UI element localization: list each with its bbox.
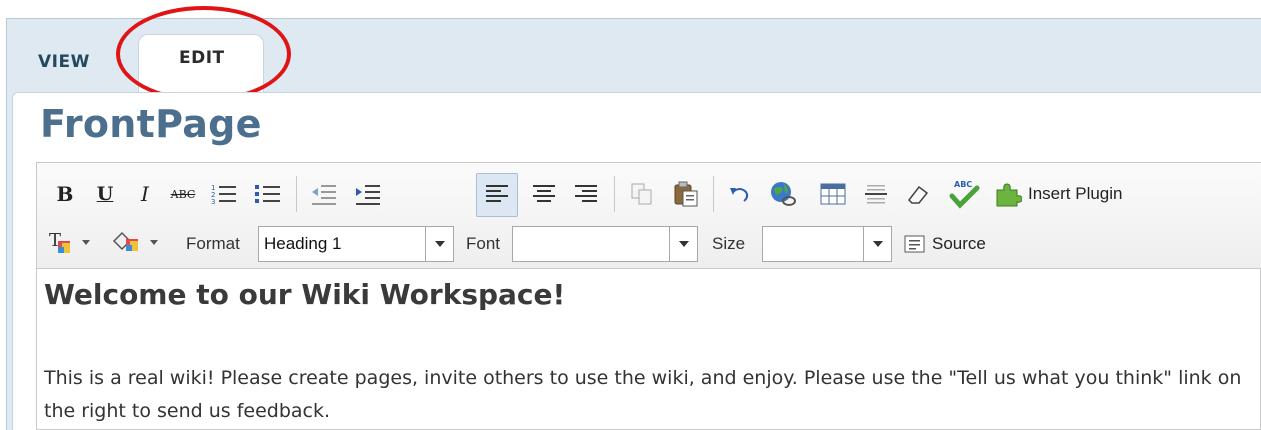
spellcheck-button[interactable]: ABC bbox=[944, 174, 984, 214]
chevron-down-icon[interactable] bbox=[863, 227, 891, 261]
align-right-icon bbox=[575, 185, 597, 202]
font-select[interactable] bbox=[512, 226, 698, 262]
paste-icon bbox=[674, 181, 698, 207]
underline-button[interactable]: U bbox=[90, 176, 120, 212]
source-icon bbox=[904, 235, 925, 253]
chevron-down-icon[interactable] bbox=[669, 227, 697, 261]
indent-button[interactable] bbox=[350, 176, 386, 212]
italic-button[interactable]: I bbox=[130, 176, 160, 212]
eraser-icon bbox=[908, 185, 929, 204]
align-left-button[interactable] bbox=[478, 176, 516, 212]
paint-bucket-icon bbox=[112, 231, 158, 251]
undo-icon bbox=[730, 188, 749, 202]
bold-glyph: B bbox=[56, 182, 74, 206]
globe-link-icon bbox=[771, 182, 796, 206]
format-select-value: Heading 1 bbox=[264, 234, 342, 253]
text-color-button[interactable]: T bbox=[46, 226, 100, 260]
toolbar-separator bbox=[614, 176, 615, 212]
font-label: Font bbox=[466, 234, 501, 253]
highlight-annotation bbox=[116, 6, 291, 102]
horizontal-rule-icon bbox=[865, 185, 887, 204]
align-center-button[interactable] bbox=[526, 176, 562, 212]
strikethrough-glyph: ABC bbox=[170, 187, 196, 201]
undo-button[interactable] bbox=[722, 176, 758, 212]
paste-button[interactable] bbox=[668, 176, 704, 212]
source-button[interactable]: Source bbox=[904, 228, 1014, 260]
toolbar-separator bbox=[713, 176, 714, 212]
remove-format-button[interactable] bbox=[900, 176, 936, 212]
format-select[interactable]: Heading 1 bbox=[258, 226, 454, 262]
align-right-button[interactable] bbox=[568, 176, 604, 212]
align-center-icon bbox=[533, 185, 555, 202]
bullet-list-icon bbox=[255, 185, 280, 203]
insert-plugin-label: Insert Plugin bbox=[1028, 184, 1123, 203]
outdent-button[interactable] bbox=[306, 176, 342, 212]
page-title: FrontPage bbox=[40, 102, 262, 146]
numbered-list-button[interactable]: 1 2 3 bbox=[206, 176, 242, 212]
background-color-button[interactable] bbox=[108, 226, 168, 260]
chevron-down-icon[interactable] bbox=[425, 227, 453, 261]
insert-link-button[interactable] bbox=[765, 176, 801, 212]
spellcheck-icon: ABC bbox=[949, 180, 980, 209]
horizontal-rule-button[interactable] bbox=[858, 176, 894, 212]
document-heading[interactable]: Welcome to our Wiki Workspace! bbox=[44, 278, 565, 311]
align-left-icon bbox=[486, 185, 508, 202]
source-label: Source bbox=[932, 234, 986, 253]
strikethrough-button[interactable]: ABC bbox=[165, 176, 201, 212]
numbered-list-icon: 1 2 3 bbox=[211, 184, 236, 206]
toolbar-separator bbox=[296, 176, 297, 212]
bullet-list-button[interactable] bbox=[250, 176, 286, 212]
format-label: Format bbox=[186, 234, 240, 253]
puzzle-piece-icon bbox=[996, 183, 1022, 207]
table-icon bbox=[820, 183, 846, 205]
svg-text:3: 3 bbox=[211, 198, 215, 206]
tab-view[interactable]: VIEW bbox=[38, 52, 90, 72]
text-color-icon: T bbox=[49, 230, 90, 253]
insert-plugin-button[interactable]: Insert Plugin bbox=[994, 176, 1214, 212]
underline-glyph: U bbox=[96, 183, 114, 205]
outdent-icon bbox=[312, 185, 336, 205]
size-label: Size bbox=[712, 234, 746, 253]
svg-text:ABC: ABC bbox=[954, 180, 972, 189]
insert-table-button[interactable] bbox=[815, 176, 851, 212]
italic-glyph: I bbox=[141, 182, 149, 206]
bold-button[interactable]: B bbox=[50, 176, 80, 212]
copy-icon bbox=[631, 183, 652, 205]
size-select[interactable] bbox=[762, 226, 892, 262]
indent-icon bbox=[356, 185, 380, 205]
document-paragraph[interactable]: This is a real wiki! Please create pages… bbox=[44, 362, 1244, 428]
copy-button[interactable] bbox=[624, 176, 660, 212]
